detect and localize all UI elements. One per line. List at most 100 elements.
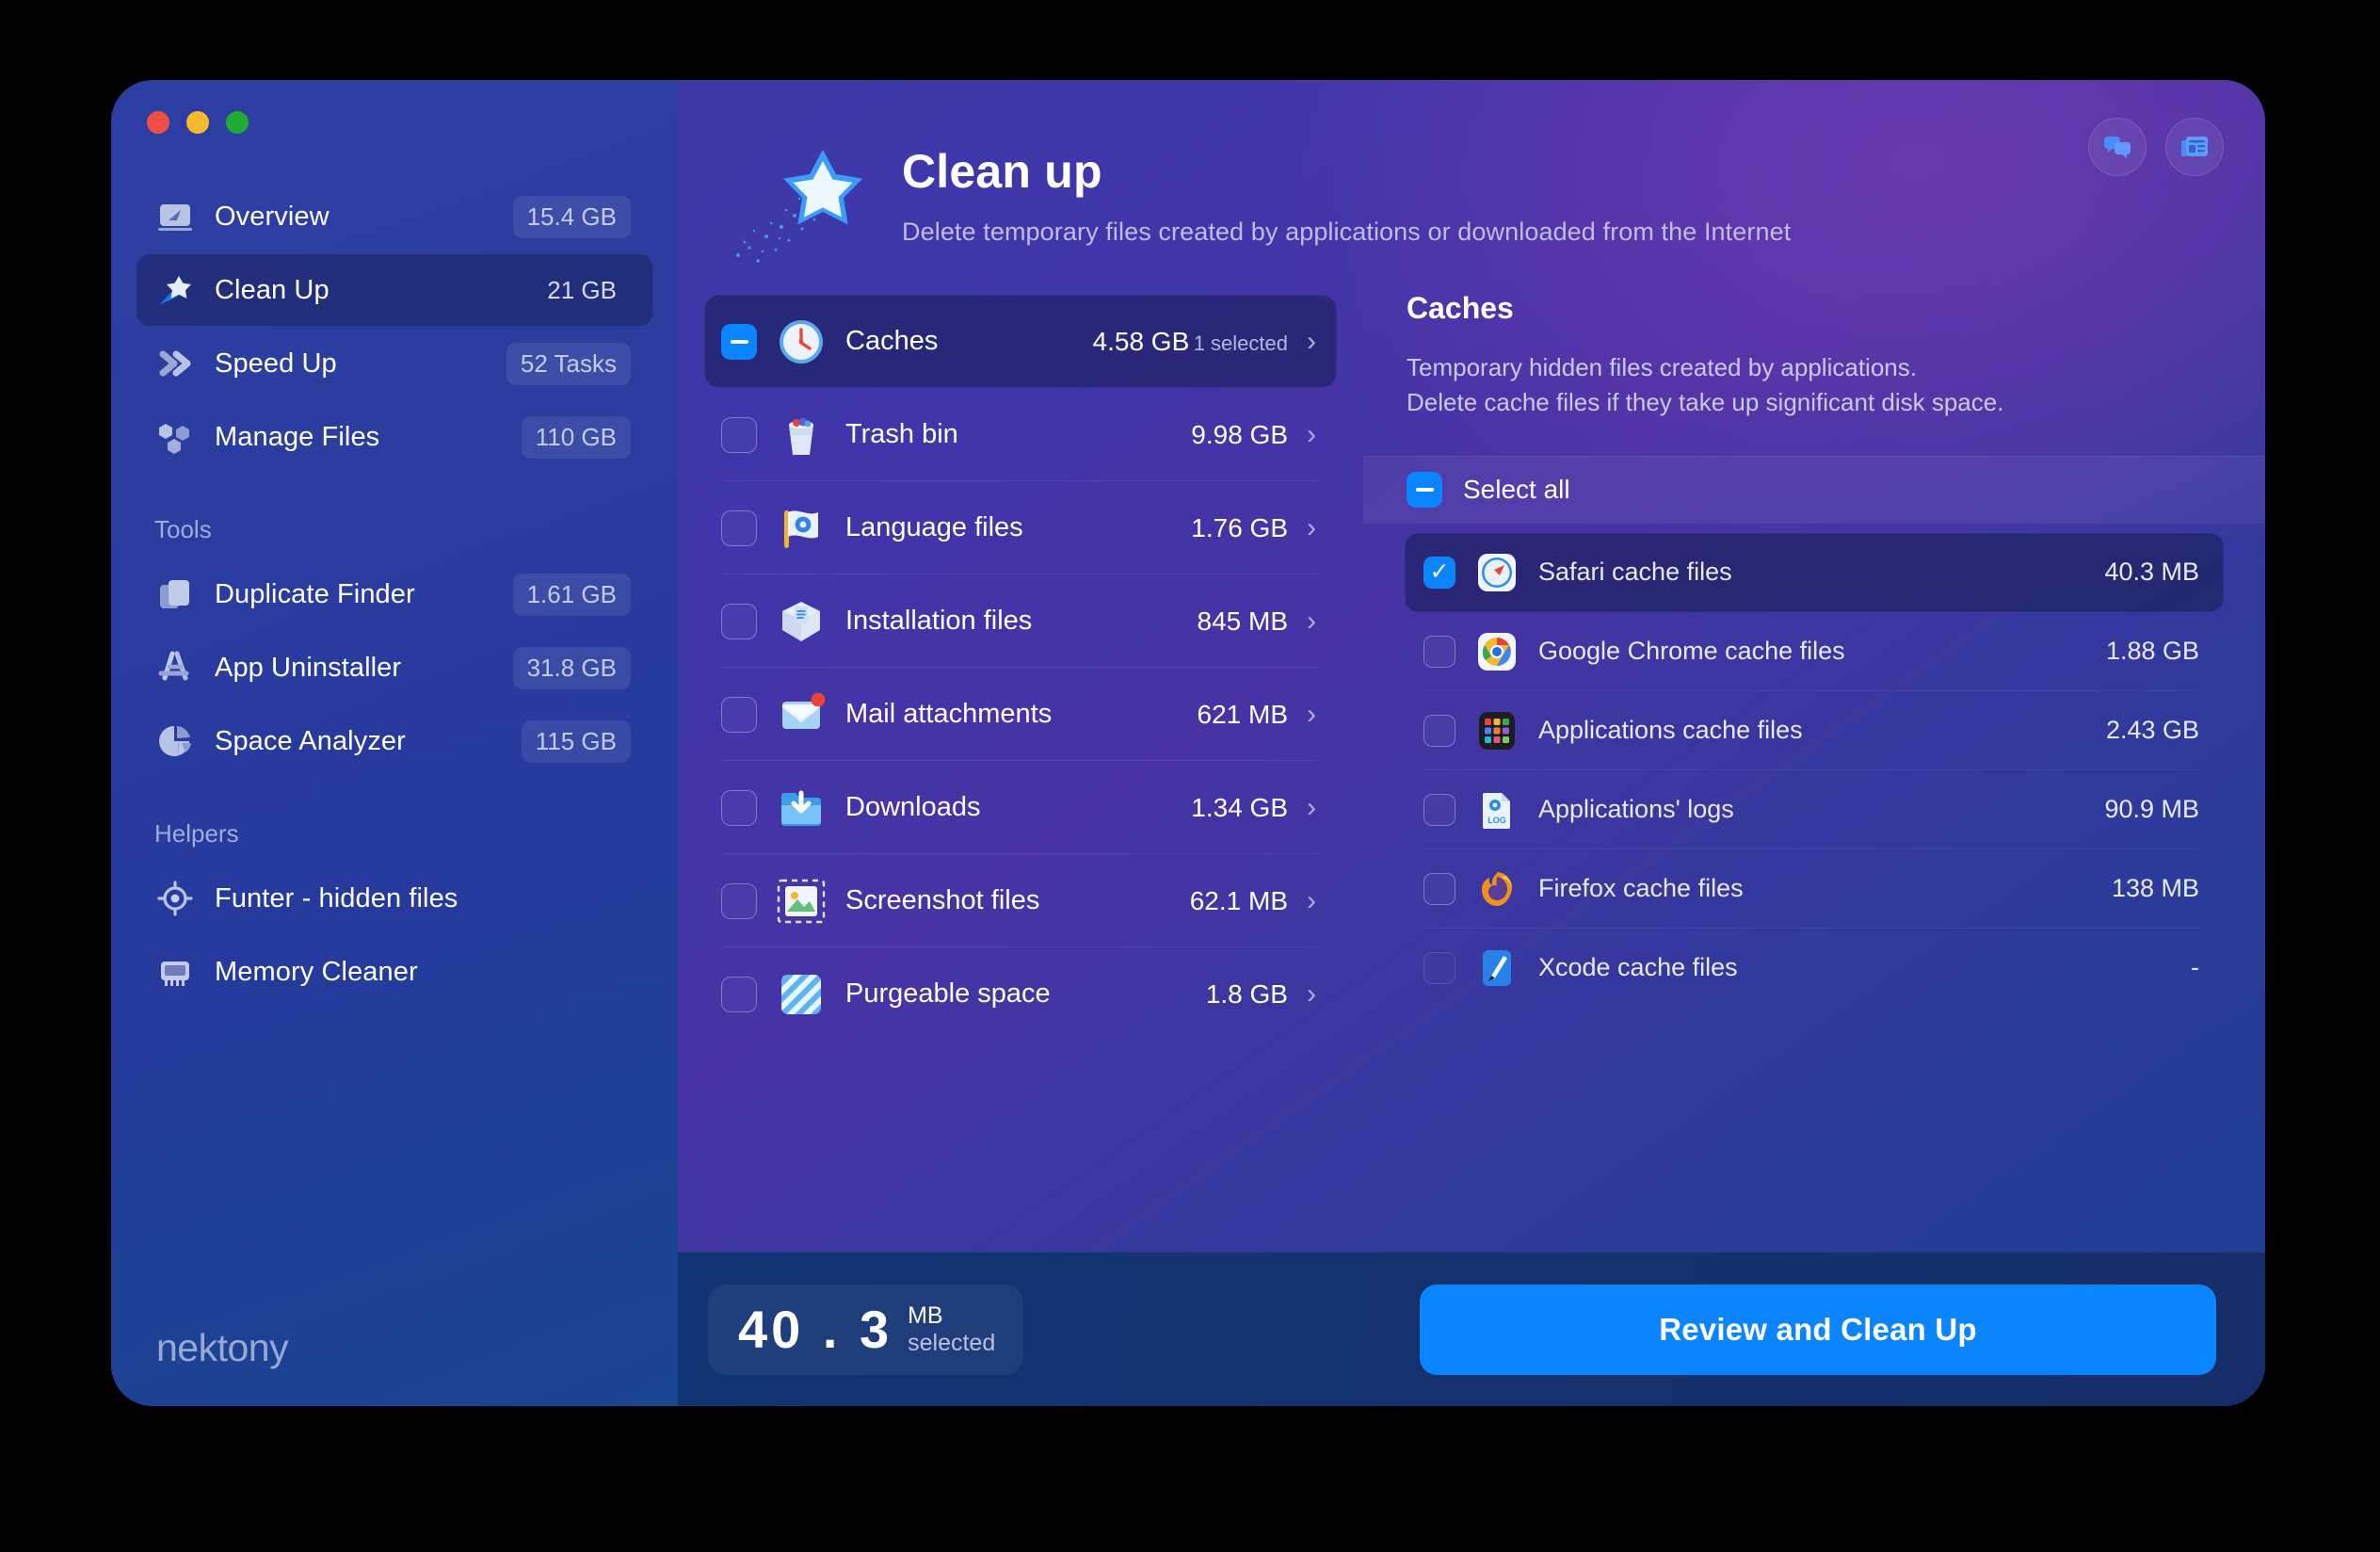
select-all-row[interactable]: Select all xyxy=(1363,455,2265,524)
category-row-trash-bin[interactable]: Trash bin 9.98 GB › xyxy=(704,388,1337,481)
close-window-button[interactable] xyxy=(147,111,169,134)
chevron-right-icon[interactable]: › xyxy=(1307,606,1316,636)
open-box-icon xyxy=(776,596,827,647)
hexagons-icon xyxy=(154,416,196,458)
page-title: Clean up xyxy=(902,145,1102,198)
file-row-chrome-cache[interactable]: Google Chrome cache files 1.88 GB xyxy=(1405,612,2224,691)
file-row-firefox-cache[interactable]: Firefox cache files 138 MB xyxy=(1405,849,2224,929)
sidebar-item-badge: 15.4 GB xyxy=(512,195,631,238)
category-label: Screenshot files xyxy=(845,885,1040,915)
category-row-language-files[interactable]: Language files 1.76 GB › xyxy=(704,481,1337,574)
file-label: Google Chrome cache files xyxy=(1538,637,1845,666)
sidebar-item-speed-up[interactable]: Speed Up 52 Tasks xyxy=(136,327,653,400)
news-button[interactable] xyxy=(2165,118,2224,176)
broom-star-icon xyxy=(154,269,196,311)
screenshot-icon xyxy=(776,876,827,927)
category-selected-count: 1 selected xyxy=(1193,331,1288,355)
target-icon xyxy=(154,878,196,919)
chevron-right-icon[interactable]: › xyxy=(1307,327,1316,356)
category-checkbox[interactable] xyxy=(721,509,757,546)
category-checkbox[interactable] xyxy=(721,882,757,919)
category-row-mail-attachments[interactable]: Mail attachments 621 MB › xyxy=(704,668,1337,761)
file-checkbox[interactable] xyxy=(1423,951,1455,984)
sidebar-tools-nav: Duplicate Finder 1.61 GB App Uninstaller… xyxy=(111,558,678,778)
sidebar-item-space-analyzer[interactable]: Space Analyzer 115 GB xyxy=(136,704,653,778)
category-checkbox[interactable] xyxy=(721,976,757,1012)
select-all-checkbox[interactable] xyxy=(1407,472,1442,509)
file-checkbox[interactable] xyxy=(1423,714,1455,747)
sidebar-item-duplicate-finder[interactable]: Duplicate Finder 1.61 GB xyxy=(136,558,653,631)
chevron-right-icon[interactable]: › xyxy=(1307,793,1316,822)
firefox-icon xyxy=(1476,868,1518,910)
file-label: Firefox cache files xyxy=(1538,874,1744,903)
main-content: Clean up Delete temporary files created … xyxy=(678,80,2265,1406)
category-label: Installation files xyxy=(845,606,1033,636)
clock-icon xyxy=(776,316,827,367)
category-row-installation-files[interactable]: Installation files 845 MB › xyxy=(704,574,1337,668)
sidebar-item-memory-cleaner[interactable]: Memory Cleaner xyxy=(136,935,653,1009)
sidebar-item-clean-up[interactable]: Clean Up 21 GB xyxy=(136,253,653,327)
sidebar: Overview 15.4 GB Clean Up 21 GB Speed Up… xyxy=(111,80,678,1406)
category-meta: 4.58 GB 1 selected xyxy=(1093,327,1288,357)
category-row-caches[interactable]: Caches 4.58 GB 1 selected › xyxy=(704,295,1337,388)
category-checkbox[interactable] xyxy=(721,323,757,360)
file-row-xcode-cache[interactable]: Xcode cache files - xyxy=(1405,929,2224,1008)
file-size: 1.88 GB xyxy=(2105,637,2199,666)
category-size: 845 MB xyxy=(1197,606,1289,636)
xcode-icon xyxy=(1476,947,1518,989)
file-row-applications-cache[interactable]: Applications cache files 2.43 GB xyxy=(1405,691,2224,770)
sidebar-item-label: Space Analyzer xyxy=(215,725,406,756)
sidebar-helpers-nav: Funter - hidden files Memory Cleaner xyxy=(111,862,678,1009)
sidebar-item-label: App Uninstaller xyxy=(215,652,402,683)
category-checkbox[interactable] xyxy=(721,789,757,826)
chevron-right-icon[interactable]: › xyxy=(1307,979,1316,1009)
file-label: Xcode cache files xyxy=(1538,953,1738,982)
sidebar-item-funter[interactable]: Funter - hidden files xyxy=(136,862,653,935)
file-checkbox[interactable] xyxy=(1423,635,1455,668)
category-checkbox[interactable] xyxy=(721,696,757,733)
category-meta: 9.98 GB xyxy=(1191,420,1288,450)
detail-description-line2: Delete cache files if they take up signi… xyxy=(1407,387,2004,416)
chevron-right-icon[interactable]: › xyxy=(1307,700,1316,729)
sidebar-item-badge: 31.8 GB xyxy=(512,646,631,689)
selected-size-caption: selected xyxy=(908,1329,996,1356)
app-store-icon xyxy=(154,647,196,688)
category-size: 1.76 GB xyxy=(1191,512,1288,542)
support-chat-button[interactable] xyxy=(2088,118,2147,176)
sidebar-item-badge: 52 Tasks xyxy=(506,342,631,385)
file-checkbox[interactable] xyxy=(1423,872,1455,905)
safari-icon xyxy=(1476,552,1518,593)
file-label: Applications cache files xyxy=(1538,716,1803,745)
file-checkbox[interactable] xyxy=(1423,793,1455,826)
top-action-buttons xyxy=(2088,118,2224,176)
svg-text:LOG: LOG xyxy=(1488,816,1506,825)
category-checkbox[interactable] xyxy=(721,416,757,453)
file-checkbox[interactable]: ✓ xyxy=(1423,556,1455,589)
category-row-screenshot-files[interactable]: Screenshot files 62.1 MB › xyxy=(704,854,1337,947)
sidebar-item-label: Duplicate Finder xyxy=(215,578,415,609)
zoom-window-button[interactable] xyxy=(226,111,249,134)
app-window: Overview 15.4 GB Clean Up 21 GB Speed Up… xyxy=(111,80,2265,1406)
chevron-right-icon[interactable]: › xyxy=(1307,886,1316,915)
chevron-right-icon[interactable]: › xyxy=(1307,513,1316,542)
window-traffic-lights xyxy=(147,111,249,134)
shooting-star-icon xyxy=(727,137,887,268)
category-row-downloads[interactable]: Downloads 1.34 GB › xyxy=(704,761,1337,854)
file-size: 90.9 MB xyxy=(2104,795,2199,824)
sidebar-item-badge: 110 GB xyxy=(521,415,631,459)
file-row-safari-cache[interactable]: ✓ Safari cache files 40.3 MB xyxy=(1405,532,2224,612)
minimize-window-button[interactable] xyxy=(186,111,209,134)
sidebar-section-helpers: Helpers xyxy=(154,819,239,848)
review-and-clean-up-button[interactable]: Review and Clean Up xyxy=(1420,1284,2216,1375)
sidebar-item-app-uninstaller[interactable]: App Uninstaller 31.8 GB xyxy=(136,631,653,704)
category-size: 1.34 GB xyxy=(1191,792,1288,822)
sidebar-item-overview[interactable]: Overview 15.4 GB xyxy=(136,180,653,253)
documents-icon xyxy=(154,574,196,615)
selected-size-pill: 40 . 3 MB selected xyxy=(708,1284,1024,1375)
category-row-purgeable-space[interactable]: Purgeable space 1.8 GB › xyxy=(704,947,1337,1041)
chevron-right-icon[interactable]: › xyxy=(1307,420,1316,449)
category-checkbox[interactable] xyxy=(721,603,757,639)
mail-badge-icon xyxy=(776,689,827,740)
sidebar-item-manage-files[interactable]: Manage Files 110 GB xyxy=(136,400,653,474)
file-row-applications-logs[interactable]: LOG Applications' logs 90.9 MB xyxy=(1405,770,2224,849)
